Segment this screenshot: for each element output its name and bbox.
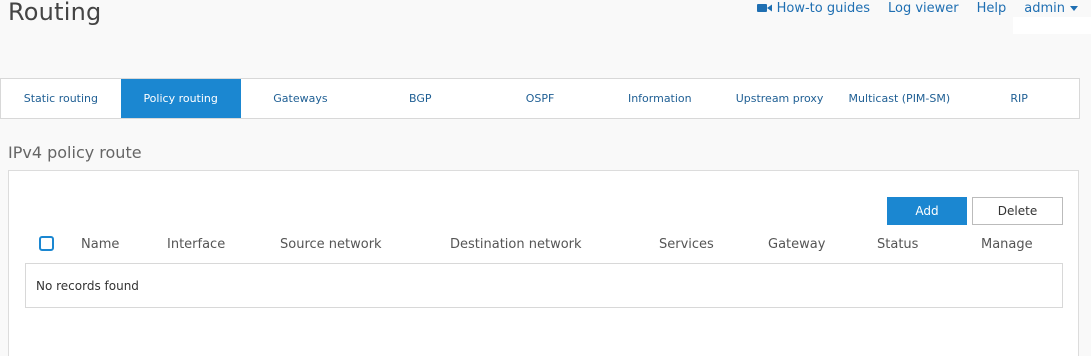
tab-information[interactable]: Information xyxy=(600,79,720,118)
policy-route-panel: Add Delete Name Interface Source network… xyxy=(8,170,1079,356)
tab-multicast[interactable]: Multicast (PIM-SM) xyxy=(839,79,959,118)
section-title: IPv4 policy route xyxy=(8,143,142,162)
tab-rip[interactable]: RIP xyxy=(959,79,1079,118)
tab-ospf[interactable]: OSPF xyxy=(480,79,600,118)
column-header-services: Services xyxy=(659,237,714,252)
tab-static-routing[interactable]: Static routing xyxy=(1,79,121,118)
column-header-interface: Interface xyxy=(167,237,226,252)
column-header-source-network: Source network xyxy=(280,237,382,252)
howto-guides-label: How-to guides xyxy=(776,0,870,16)
column-header-status: Status xyxy=(877,237,919,252)
video-camera-icon xyxy=(756,4,772,12)
top-links: How-to guides Log viewer Help admin xyxy=(756,0,1078,16)
tab-upstream-proxy[interactable]: Upstream proxy xyxy=(720,79,840,118)
howto-guides-link[interactable]: How-to guides xyxy=(756,0,870,16)
tab-gateways[interactable]: Gateways xyxy=(241,79,361,118)
empty-records-row: No records found xyxy=(25,263,1063,308)
tab-policy-routing[interactable]: Policy routing xyxy=(120,79,241,118)
routing-tabs: Static routing Policy routing Gateways B… xyxy=(0,78,1080,119)
column-header-gateway: Gateway xyxy=(768,237,826,252)
help-link[interactable]: Help xyxy=(977,1,1007,16)
header-blank-area xyxy=(1013,17,1091,34)
column-header-manage: Manage xyxy=(981,237,1033,252)
routing-page: Routing How-to guides Log viewer Help ad… xyxy=(0,0,1091,356)
tab-bgp[interactable]: BGP xyxy=(360,79,480,118)
caret-down-icon xyxy=(1070,5,1078,11)
add-button[interactable]: Add xyxy=(887,197,967,225)
page-title: Routing xyxy=(8,0,102,26)
log-viewer-link[interactable]: Log viewer xyxy=(888,1,959,16)
empty-records-message: No records found xyxy=(36,278,139,293)
column-header-destination-network: Destination network xyxy=(450,237,582,252)
user-menu[interactable]: admin xyxy=(1024,1,1078,16)
user-menu-label: admin xyxy=(1024,0,1065,16)
select-all-checkbox[interactable] xyxy=(39,236,54,251)
column-header-name: Name xyxy=(81,237,120,252)
delete-button[interactable]: Delete xyxy=(972,197,1063,225)
